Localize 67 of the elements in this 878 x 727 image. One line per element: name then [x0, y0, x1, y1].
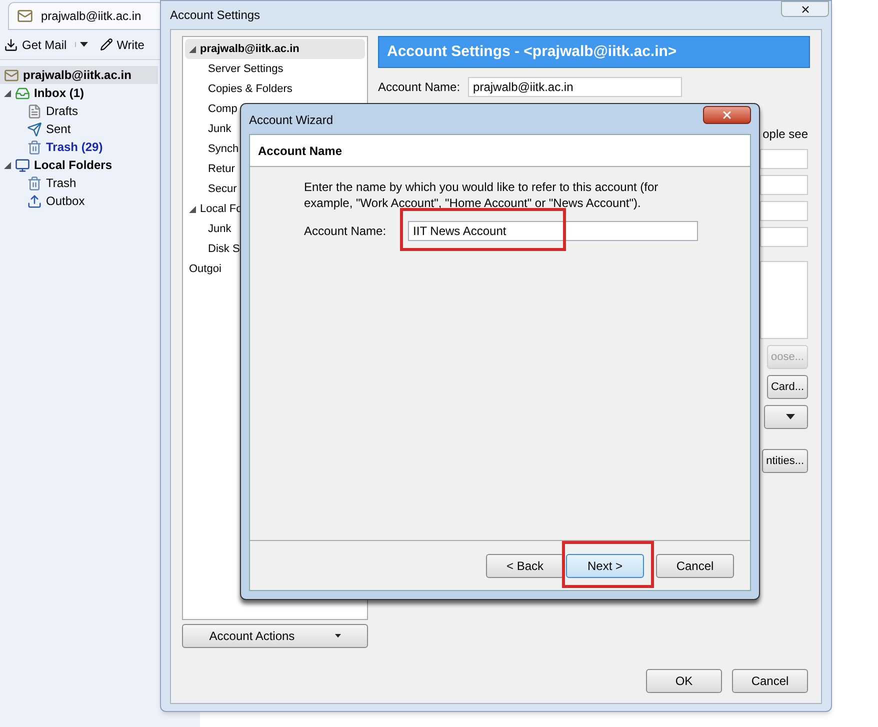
partial-button[interactable]: ntities...: [762, 449, 808, 473]
close-icon: [800, 4, 810, 14]
monitor-icon: [15, 158, 30, 172]
trash-icon: [27, 176, 42, 190]
folder-item[interactable]: Trash: [46, 174, 76, 192]
wizard-header: Account Name: [250, 135, 750, 167]
description-text: ople see: [762, 126, 808, 143]
inbox-icon: [15, 86, 30, 100]
account-actions-button[interactable]: Account Actions: [182, 624, 368, 648]
folder-item[interactable]: Drafts: [46, 102, 78, 120]
get-mail-button[interactable]: Get Mail: [4, 36, 88, 54]
expander-icon[interactable]: [189, 206, 196, 212]
caret-icon: [334, 634, 341, 638]
tree-item[interactable]: Server Settings: [204, 59, 284, 79]
folder-item[interactable]: Outbox: [46, 192, 85, 210]
tree-item[interactable]: Retur: [204, 159, 235, 179]
tree-item[interactable]: Junk: [204, 119, 232, 139]
field-label: Account Name:: [378, 79, 460, 96]
download-icon: [4, 38, 18, 52]
field-label: Account Name:: [304, 223, 386, 240]
text-field[interactable]: [760, 175, 808, 195]
outbox-icon: [27, 194, 42, 208]
tree-item[interactable]: Synch: [204, 139, 239, 159]
text-field[interactable]: [760, 201, 808, 221]
caret-icon: [80, 42, 88, 47]
write-button[interactable]: Write: [100, 36, 144, 54]
tree-item[interactable]: Copies & Folders: [204, 79, 292, 99]
mail-icon: [4, 68, 19, 82]
dropdown[interactable]: [764, 405, 808, 429]
text-field[interactable]: [760, 227, 808, 247]
partial-button[interactable]: Card...: [766, 375, 808, 399]
instruction-text: Enter the name by which you would like to refer to this account (for example, "Work Account", "Home Account" or "News Account").: [304, 179, 660, 211]
dialog-button[interactable]: Cancel: [732, 669, 808, 693]
close-icon: [721, 109, 733, 121]
tree-item[interactable]: Outgoi: [185, 259, 222, 279]
expander-icon[interactable]: [4, 90, 11, 96]
folder-item[interactable]: Local Folders: [34, 156, 112, 174]
dialog-button[interactable]: OK: [646, 669, 722, 693]
account-name-field[interactable]: prajwalb@iitk.ac.in: [468, 77, 682, 97]
folder-item[interactable]: Trash (29): [46, 138, 103, 156]
expander-icon[interactable]: [4, 162, 11, 168]
tree-item[interactable]: Disk S: [204, 239, 240, 259]
expander-icon[interactable]: [189, 46, 196, 52]
tree-item[interactable]: Comp: [204, 99, 238, 119]
close-button[interactable]: [703, 106, 751, 124]
wizard-button[interactable]: Cancel: [656, 554, 734, 578]
pencil-icon: [100, 38, 113, 51]
account-name-field[interactable]: IIT News Account: [408, 221, 698, 241]
tree-item[interactable]: Secur: [204, 179, 237, 199]
sent-icon: [27, 122, 42, 136]
tree-item[interactable]: Junk: [204, 219, 232, 239]
caret-icon: [786, 414, 795, 420]
wizard-button[interactable]: < Back: [486, 554, 564, 578]
close-button[interactable]: [781, 1, 829, 17]
document-icon: [27, 104, 42, 118]
wizard-button[interactable]: Next >: [566, 554, 644, 578]
folder-item[interactable]: Inbox (1): [34, 84, 84, 102]
text-field[interactable]: [760, 149, 808, 169]
window-title: Account Wizard: [249, 112, 334, 129]
trash-icon: [27, 140, 42, 154]
tree-item[interactable]: prajwalb@iitk.ac.in: [185, 39, 365, 59]
folder-item[interactable]: Sent: [46, 120, 71, 138]
text-area[interactable]: [760, 261, 808, 339]
window-title: Account Settings: [170, 7, 260, 24]
mail-icon: [17, 8, 33, 24]
account-row[interactable]: prajwalb@iitk.ac.in: [0, 66, 158, 84]
page-header: Account Settings - <prajwalb@iitk.ac.in>: [378, 36, 810, 68]
